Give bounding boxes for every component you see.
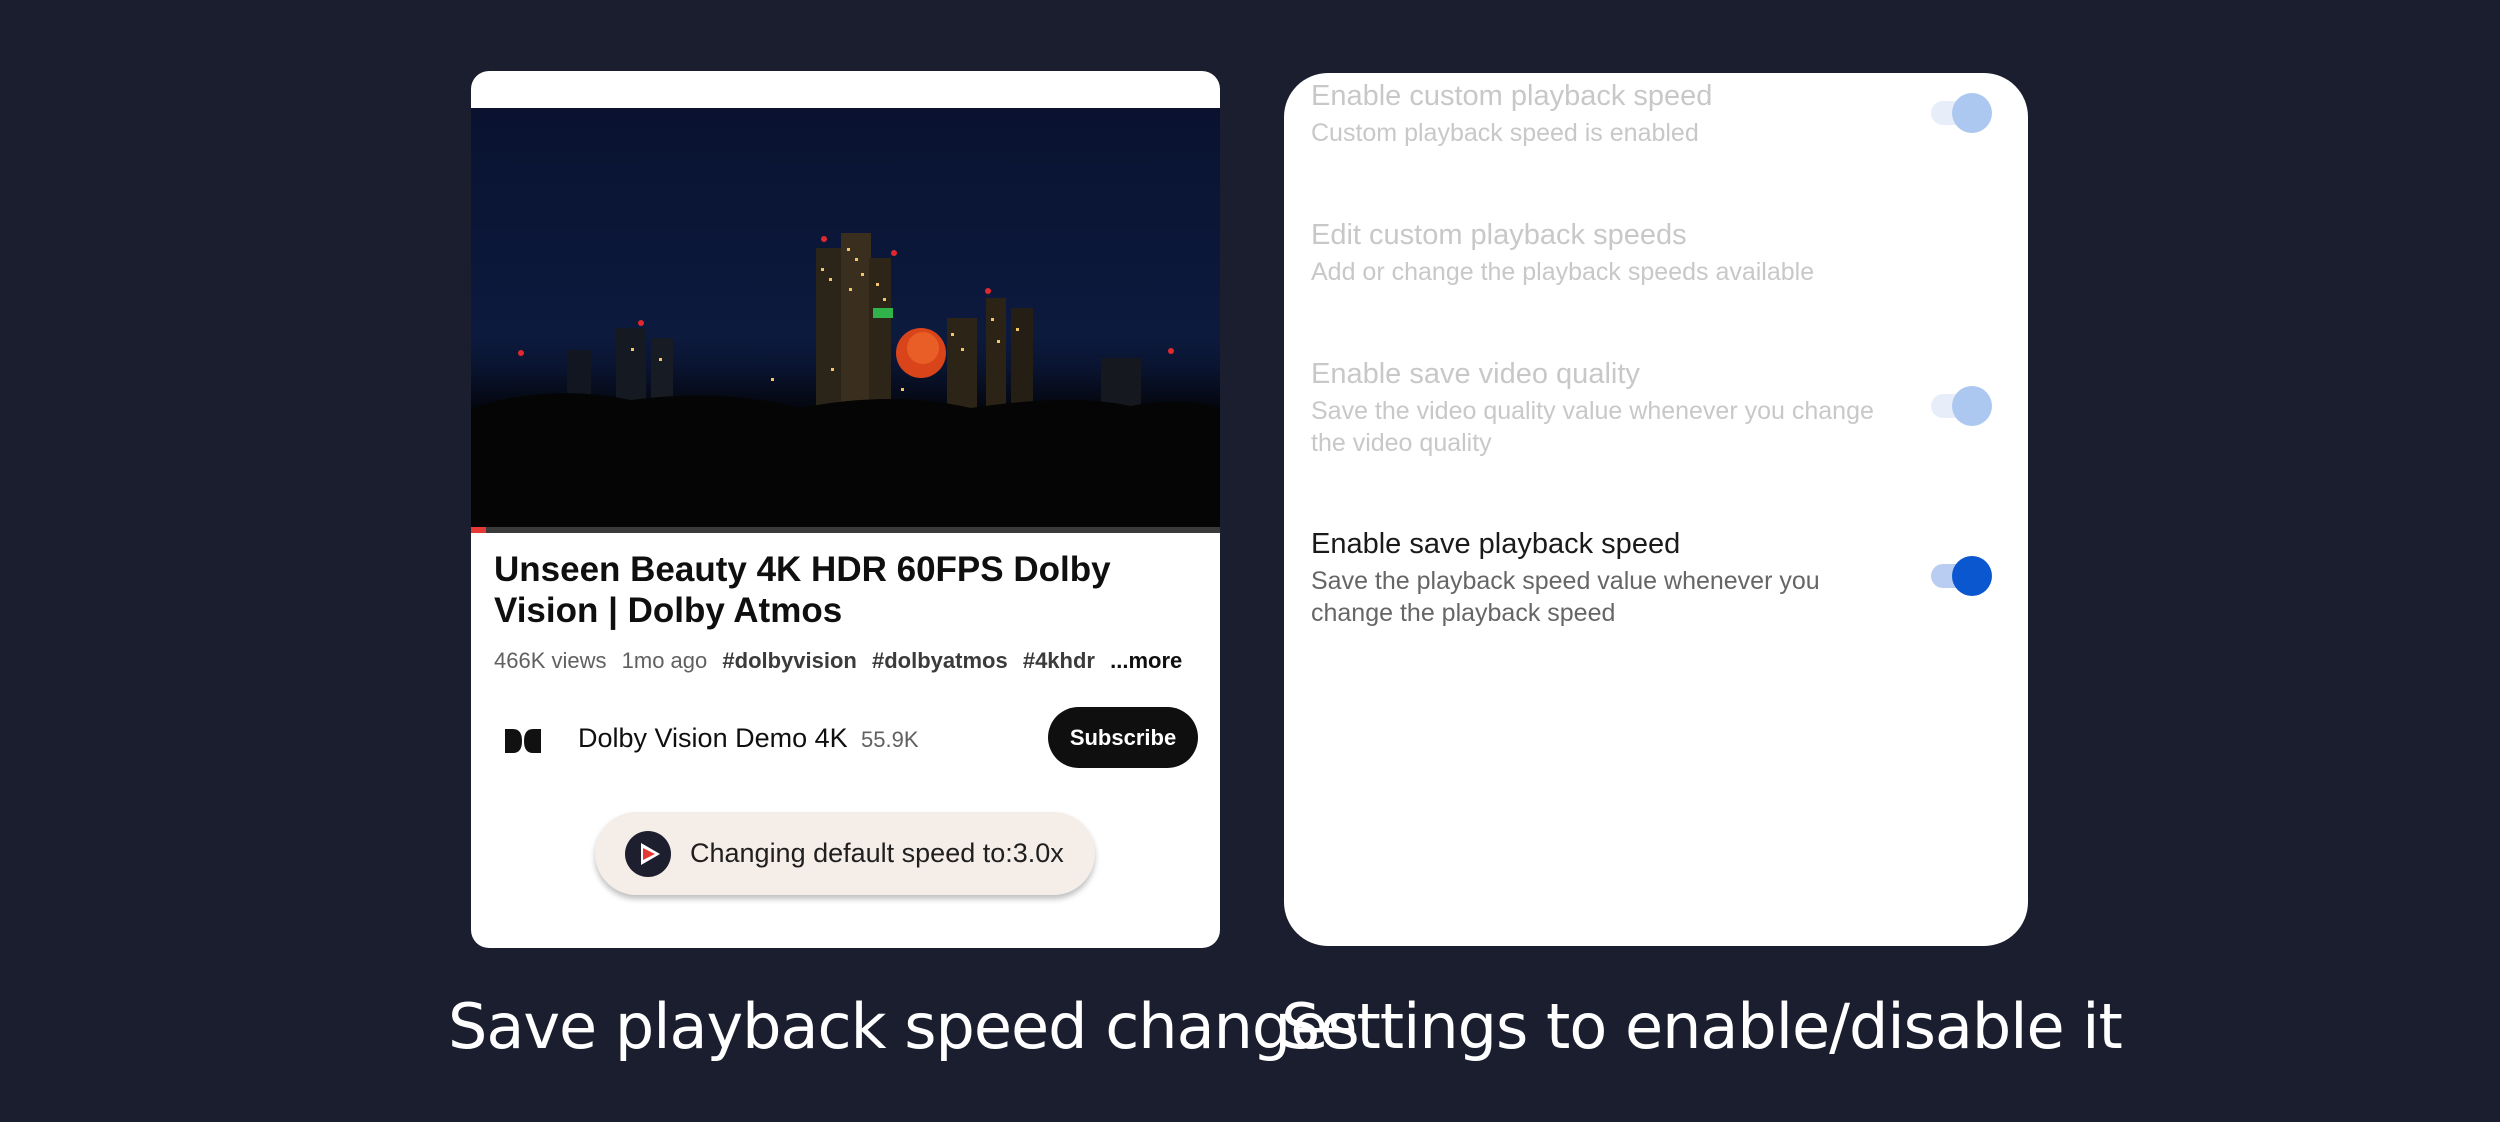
setting-save-video-quality[interactable]: Enable save video quality Save the video…	[1311, 357, 1901, 459]
video-app-screen: Unseen Beauty 4K HDR 60FPS Dolby Vision …	[471, 71, 1220, 948]
hashtag-link[interactable]: #dolbyatmos	[872, 648, 1008, 673]
toggle-thumb	[1952, 556, 1992, 596]
setting-title: Enable custom playback speed	[1311, 80, 1713, 112]
video-progress-bar[interactable]	[471, 527, 1220, 533]
video-title: Unseen Beauty 4K HDR 60FPS Dolby Vision …	[494, 550, 1111, 630]
video-player[interactable]	[471, 108, 1220, 527]
more-description-link[interactable]: ...more	[1110, 648, 1182, 673]
settings-screen: Enable custom playback speed Custom play…	[1284, 73, 2028, 946]
setting-save-playback-speed[interactable]: Enable save playback speed Save the play…	[1311, 527, 1901, 629]
save-video-quality-toggle[interactable]	[1931, 386, 1992, 426]
hashtag-link[interactable]: #4khdr	[1023, 648, 1095, 673]
setting-title: Enable save video quality	[1311, 358, 1640, 390]
setting-custom-playback-speed[interactable]: Enable custom playback speed Custom play…	[1311, 79, 1901, 149]
setting-title: Edit custom playback speeds	[1311, 219, 1687, 251]
setting-description: Save the video quality value whenever yo…	[1311, 397, 1874, 457]
speed-change-toast: Changing default speed to:3.0x	[595, 812, 1095, 895]
setting-description: Add or change the playback speeds availa…	[1311, 258, 1815, 286]
subscribe-button[interactable]: Subscribe	[1048, 707, 1198, 768]
setting-description: Save the playback speed value whenever y…	[1311, 567, 1820, 627]
upload-age: 1mo ago	[621, 648, 708, 673]
setting-description: Custom playback speed is enabled	[1311, 119, 1699, 147]
caption-right: Settings to enable/disable it	[1281, 990, 2123, 1063]
save-playback-speed-toggle[interactable]	[1931, 556, 1992, 596]
video-progress-fill	[471, 527, 486, 533]
caption-left: Save playback speed changes	[448, 990, 1360, 1063]
setting-title: Enable save playback speed	[1311, 528, 1681, 560]
dolby-logo-icon[interactable]	[503, 721, 543, 761]
video-meta: 466K views 1mo ago #dolbyvision #dolbyat…	[494, 648, 1191, 674]
toast-message: Changing default speed to:3.0x	[690, 838, 1064, 868]
view-count: 466K views	[494, 648, 607, 673]
channel-name[interactable]: Dolby Vision Demo 4K	[578, 723, 848, 754]
city-night-skyline-image	[471, 233, 1220, 527]
toggle-thumb	[1952, 386, 1992, 426]
toggle-thumb	[1952, 93, 1992, 133]
subscriber-count: 55.9K	[861, 727, 919, 752]
custom-playback-speed-toggle[interactable]	[1931, 93, 1992, 133]
app-play-icon	[625, 831, 671, 877]
hashtag-link[interactable]: #dolbyvision	[722, 648, 856, 673]
setting-edit-playback-speeds[interactable]: Edit custom playback speeds Add or chang…	[1311, 218, 1901, 288]
